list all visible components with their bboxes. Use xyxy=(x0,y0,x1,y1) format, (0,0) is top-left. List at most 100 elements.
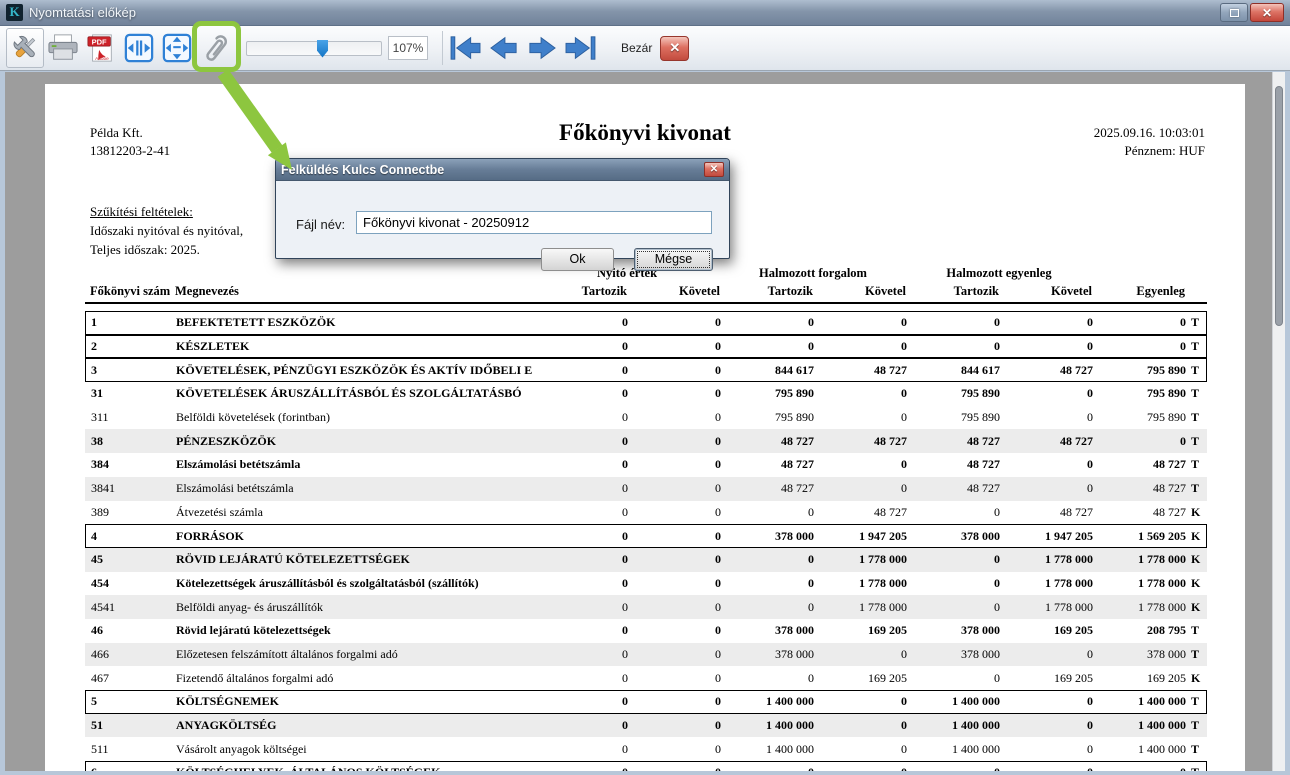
row-value: 48 727 xyxy=(967,433,1000,448)
table-row: 3 KÖVETELÉSEK, PÉNZÜGYI ESZKÖZÖK ÉS AKTÍ… xyxy=(85,358,1207,383)
row-value: 1 778 000 xyxy=(1045,575,1093,590)
ok-button[interactable]: Ok xyxy=(541,248,614,271)
settings-button[interactable] xyxy=(6,28,44,68)
upload-dialog: Felküldés Kulcs Connectbe ✕ Fájl név: Ok… xyxy=(275,158,730,271)
row-value: 0 xyxy=(715,433,721,448)
row-value: 0 xyxy=(907,765,1000,771)
table-row: 51 ANYAGKÖLTSÉG 0 0 1 400 000 0 1 400 00… xyxy=(85,713,1207,738)
row-value: 1 400 000 xyxy=(1138,718,1186,733)
row-value: 1 400 000 xyxy=(766,741,814,756)
row-value: 169 205 xyxy=(1054,670,1093,685)
svg-text:Adobe: Adobe xyxy=(95,56,109,61)
group-header-turnover: Halmozott forgalom xyxy=(759,266,867,280)
row-value: 0 xyxy=(622,670,628,685)
row-value: 795 890 xyxy=(1147,410,1186,425)
first-page-button[interactable] xyxy=(447,28,485,68)
row-value: 0 xyxy=(994,339,1000,354)
row-tk: T xyxy=(1186,765,1208,771)
row-value: 48 727 xyxy=(1060,362,1093,377)
row-value: 378 000 xyxy=(961,646,1000,661)
dialog-close-button[interactable]: ✕ xyxy=(704,162,724,177)
row-value: 0 xyxy=(1087,339,1093,354)
row-value: 0 xyxy=(715,552,721,567)
zoom-slider[interactable] xyxy=(246,39,382,58)
previous-page-button[interactable] xyxy=(485,28,523,68)
table-body: 1 BEFEKTETETT ESZKÖZÖK 0 0 0 0 0 0 0 T 2… xyxy=(85,311,1207,771)
row-code: 6 xyxy=(86,765,176,771)
row-value: 0 xyxy=(622,599,628,614)
print-button[interactable] xyxy=(44,28,82,68)
row-value: 1 400 000 xyxy=(952,694,1000,709)
row-value: 0 xyxy=(715,599,721,614)
row-value: 48 727 xyxy=(967,457,1000,472)
row-value: 0 xyxy=(715,504,721,519)
row-value: 0 xyxy=(994,315,1000,330)
row-value: 0 xyxy=(901,718,907,733)
row-code: 454 xyxy=(91,575,109,590)
row-value: 0 xyxy=(622,410,628,425)
row-value: 378 000 xyxy=(775,623,814,638)
scrollbar-thumb[interactable] xyxy=(1275,86,1283,326)
row-value: 0 xyxy=(715,575,721,590)
row-tk: K xyxy=(1191,575,1201,590)
table-row: 2 KÉSZLETEK 0 0 0 0 0 0 0 T xyxy=(85,334,1207,359)
row-code: 3 xyxy=(91,362,97,377)
row-code: 467 xyxy=(91,670,109,685)
fit-page-icon xyxy=(162,33,192,63)
report-title: Főkönyvi kivonat xyxy=(559,120,731,145)
row-value: 0 xyxy=(808,599,814,614)
next-page-button[interactable] xyxy=(523,28,561,68)
row-tk: K xyxy=(1191,528,1201,543)
table-row: 389 Átvezetési számla 0 0 0 48 727 0 48 … xyxy=(85,501,1207,525)
row-tk: T xyxy=(1191,433,1200,448)
next-page-icon xyxy=(529,36,556,60)
row-value: 795 890 xyxy=(1147,362,1186,377)
cancel-button[interactable]: Mégse xyxy=(634,248,713,271)
row-value: 844 617 xyxy=(775,362,814,377)
row-value: 1 778 000 xyxy=(859,552,907,567)
close-preview-button[interactable]: ✕ xyxy=(660,35,690,61)
row-code: 511 xyxy=(91,741,109,756)
row-value: 0 xyxy=(622,694,628,709)
row-value: 0 xyxy=(715,623,721,638)
row-value: 48 727 xyxy=(1153,457,1186,472)
fit-page-button[interactable] xyxy=(158,28,196,68)
upload-kulcs-connect-button[interactable] xyxy=(196,28,234,68)
row-value: 378 000 xyxy=(961,528,1000,543)
row-value: 0 xyxy=(622,315,628,330)
vertical-scrollbar[interactable] xyxy=(1272,72,1285,771)
row-value: 0 xyxy=(715,339,721,354)
zoom-level-value[interactable]: 107% xyxy=(388,36,428,60)
row-value: 169 205 xyxy=(868,670,907,685)
fit-width-icon xyxy=(124,33,154,63)
row-value: 0 xyxy=(622,339,628,354)
row-value: 0 xyxy=(1087,646,1093,661)
settings-icon xyxy=(13,35,36,58)
row-value: 0 xyxy=(622,481,628,496)
row-code: 4 xyxy=(91,528,97,543)
row-value: 1 400 000 xyxy=(952,741,1000,756)
row-value: 1 947 205 xyxy=(859,528,907,543)
row-value: 0 xyxy=(1087,694,1093,709)
row-code: 5 xyxy=(91,694,97,709)
row-code: 466 xyxy=(91,646,109,661)
row-name: Átvezetési számla xyxy=(176,504,263,519)
row-name: PÉNZESZKÖZÖK xyxy=(176,433,277,448)
fit-width-button[interactable] xyxy=(120,28,158,68)
maximize-button[interactable] xyxy=(1220,3,1248,22)
row-code: 4541 xyxy=(91,599,115,614)
row-value: 795 890 xyxy=(775,386,814,401)
zoom-slider-thumb[interactable] xyxy=(317,39,328,58)
table-row: 1 BEFEKTETETT ESZKÖZÖK 0 0 0 0 0 0 0 T xyxy=(85,311,1207,335)
row-value: 0 xyxy=(622,623,628,638)
table-row: 38 PÉNZESZKÖZÖK 0 0 48 727 48 727 48 727… xyxy=(85,429,1207,454)
row-name: FORRÁSOK xyxy=(176,528,245,543)
row-name: Belföldi anyag- és áruszállítók xyxy=(176,599,323,614)
window-close-button[interactable]: ✕ xyxy=(1250,3,1284,22)
last-page-button[interactable] xyxy=(561,28,599,68)
file-name-input[interactable] xyxy=(356,211,712,234)
row-tk: T xyxy=(1191,410,1200,425)
export-pdf-button[interactable]: PDF Adobe xyxy=(82,28,120,68)
app-icon: K xyxy=(6,4,23,21)
close-preview-label: Bezár xyxy=(621,41,653,55)
